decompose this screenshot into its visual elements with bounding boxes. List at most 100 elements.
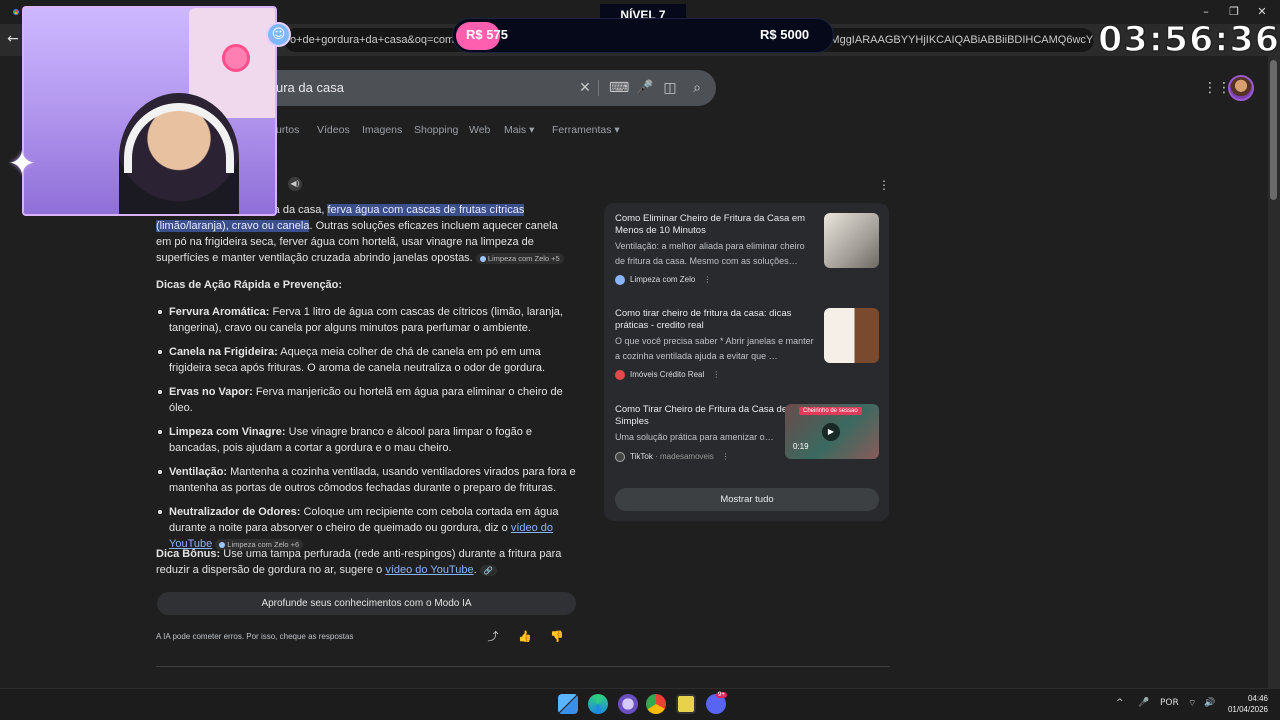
back-arrow-icon[interactable]: ← <box>4 30 22 48</box>
bonus-title: Dica Bônus: <box>156 548 221 560</box>
search-icon[interactable]: ⌕ <box>689 80 705 96</box>
list-item: Fervura Aromática: Ferva 1 litro de água… <box>156 304 580 336</box>
chrome-icon[interactable] <box>10 6 22 18</box>
source-desc: Ventilação: a melhor aliada para elimina… <box>615 241 805 266</box>
video-thumbnail[interactable]: Cheirinho de sessao ▶ 0:19 <box>785 404 879 459</box>
tip-text: Mantenha a cozinha ventilada, usando ven… <box>169 466 576 494</box>
source-site[interactable]: Limpeza com Zelo ⋮ <box>615 275 711 285</box>
share-icon[interactable]: ⤴ <box>486 630 500 644</box>
tab-web[interactable]: Web <box>469 124 490 136</box>
list-item: Ventilação: Mantenha a cozinha ventilada… <box>156 464 580 496</box>
tab-videos[interactable]: Vídeos <box>317 124 350 136</box>
site-favicon <box>615 275 625 285</box>
source-title[interactable]: Como Eliminar Cheiro de Fritura da Casa … <box>615 213 821 237</box>
webcam-overlay <box>22 6 277 216</box>
deep-dive-ai-mode-button[interactable]: Aprofunde seus conhecimentos com o Modo … <box>157 592 576 615</box>
tip-title: Ventilação: <box>169 466 228 478</box>
app-icon[interactable] <box>618 694 638 714</box>
tips-list: Fervura Aromática: Ferva 1 litro de água… <box>156 304 580 560</box>
tip-title: Ervas no Vapor: <box>169 386 253 398</box>
more-options-icon[interactable]: ⋮ <box>878 178 890 192</box>
thumbs-up-icon[interactable]: 👍 <box>518 630 532 644</box>
source-title[interactable]: Como tirar cheiro de fritura da casa: di… <box>615 308 821 332</box>
source-chip[interactable]: Limpeza com Zelo +5 <box>475 252 564 264</box>
chevron-up-icon[interactable]: ^ <box>1116 698 1124 708</box>
goal-current: R$ 575 <box>466 27 508 42</box>
source-site[interactable]: TikTok · madesamoveis ⋮ <box>615 452 730 462</box>
tip-title: Fervura Aromática: <box>169 306 270 318</box>
mic-icon[interactable]: 🎤 <box>1138 698 1149 708</box>
thumbs-down-icon[interactable]: 👎 <box>550 630 564 644</box>
site-name: TikTok <box>630 452 653 462</box>
intro-highlight[interactable]: ferva água com cascas de frutas cítricas <box>327 204 525 216</box>
source-desc: O que você precisa saber * Abrir janelas… <box>615 336 814 361</box>
link-icon[interactable]: 🔗 <box>479 564 498 576</box>
tab-shopping[interactable]: Shopping <box>414 124 458 136</box>
stream-timer: 03:56:36 <box>1097 19 1280 61</box>
list-item: Ervas no Vapor: Ferva manjericão ou hort… <box>156 384 580 416</box>
globe-icon <box>479 255 486 262</box>
tab-shorts[interactable]: urtos <box>276 124 299 136</box>
goal-target: R$ 5000 <box>760 27 810 42</box>
clear-icon[interactable]: ✕ <box>577 80 593 96</box>
tab-more[interactable]: Mais ▾ <box>504 124 534 136</box>
source-site[interactable]: Imóveis Crédito Real ⋮ <box>615 370 720 380</box>
chrome-icon[interactable] <box>646 694 666 714</box>
url-text-tail: dhg5MggIARAAGBYYHjIKCAIQABiABBiiBDIHCAMQ… <box>805 34 1094 46</box>
site-subname: · madesamoveis <box>655 452 714 462</box>
lens-icon[interactable]: ◫ <box>662 80 678 96</box>
system-clock[interactable]: 04:46 01/04/2026 <box>1222 693 1268 715</box>
video-label: Cheirinho de sessao <box>799 407 862 415</box>
scrollbar-thumb[interactable] <box>1270 60 1277 200</box>
tips-heading: Dicas de Ação Rápida e Prevenção: <box>156 279 343 291</box>
source-thumbnail[interactable] <box>824 308 879 363</box>
list-item: Neutralizador de Odores: Coloque um reci… <box>156 504 580 552</box>
account-avatar[interactable] <box>1228 75 1254 101</box>
tab-images[interactable]: Imagens <box>362 124 402 136</box>
intro-highlight-2[interactable]: (limão/laranja), cravo ou canela <box>156 220 310 232</box>
play-icon[interactable]: ▶ <box>822 423 840 441</box>
video-duration: 0:19 <box>793 442 809 451</box>
maximize-icon[interactable]: ❐ <box>1224 4 1244 20</box>
mic-icon[interactable]: 🎤 <box>636 80 653 96</box>
tiktok-icon <box>615 452 625 462</box>
site-name: Imóveis Crédito Real <box>630 370 705 380</box>
notes-icon[interactable] <box>676 694 696 714</box>
tip-title: Neutralizador de Odores: <box>169 506 301 518</box>
list-item: Canela na Frigideira: Aqueça meia colher… <box>156 344 580 376</box>
url-text: o+de+gordura+da+casa&oq=como+t <box>290 34 470 46</box>
close-icon[interactable]: ✕ <box>1252 4 1272 20</box>
bonus-paragraph: Dica Bônus: Use uma tampa perfurada (red… <box>156 546 576 578</box>
ai-disclaimer: A IA pode cometer erros. Por isso, chequ… <box>156 632 354 641</box>
notification-badge: 9+ <box>716 692 727 698</box>
source-thumbnail[interactable] <box>824 213 879 268</box>
tab-tools[interactable]: Ferramentas ▾ <box>552 124 620 136</box>
apps-grid-icon[interactable]: ⋮⋮⋮ <box>1203 80 1245 96</box>
site-favicon <box>615 370 625 380</box>
site-name: Limpeza com Zelo <box>630 275 696 285</box>
keyboard-icon[interactable]: ⌨ <box>609 80 629 96</box>
bonus-end: . <box>473 564 477 576</box>
shirt-heart-graphic <box>222 44 250 72</box>
clock-date: 01/04/2026 <box>1227 705 1268 714</box>
search-divider <box>598 80 599 96</box>
wifi-icon[interactable]: ⌔ <box>1188 698 1196 709</box>
search-query[interactable]: ura da casa <box>276 80 344 95</box>
more-options-icon[interactable]: ⋮ <box>712 370 720 379</box>
minimize-icon[interactable]: – <box>1196 4 1216 20</box>
show-all-button[interactable]: Mostrar tudo <box>615 488 879 511</box>
youtube-link[interactable]: vídeo do YouTube <box>385 564 473 576</box>
tip-title: Canela na Frigideira: <box>169 346 278 358</box>
windows-start-icon[interactable] <box>558 694 578 714</box>
windows-taskbar <box>0 688 1280 720</box>
tip-title: Limpeza com Vinagre: <box>169 426 286 438</box>
sparkle-icon: ✦ <box>7 144 37 184</box>
more-options-icon[interactable]: ⋮ <box>722 452 730 461</box>
volume-icon[interactable]: 🔊 <box>1204 698 1215 708</box>
language-indicator[interactable]: POR <box>1160 698 1179 708</box>
edge-icon[interactable] <box>588 694 608 714</box>
section-divider <box>156 666 890 667</box>
more-options-icon[interactable]: ⋮ <box>703 275 711 284</box>
intro-prefix: ra da casa, <box>270 204 328 216</box>
speaker-icon[interactable]: ◀) <box>288 177 302 191</box>
